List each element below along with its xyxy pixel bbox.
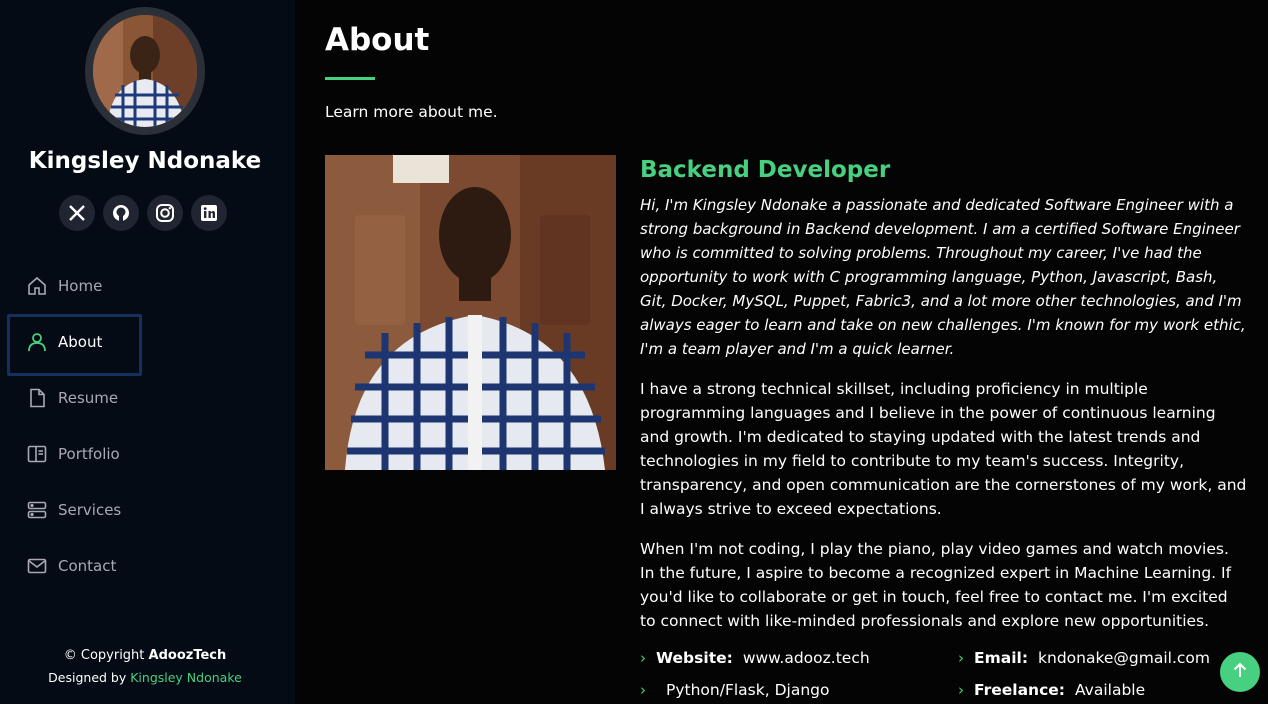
about-paragraph: I have a strong technical skillset, incl… [640, 380, 1247, 518]
server-icon [27, 500, 47, 520]
main-nav: Home About Resume Portfolio Services Con… [7, 258, 277, 594]
x-twitter-icon[interactable] [59, 195, 95, 231]
info-label: Website: [656, 649, 733, 667]
role-title: Backend Developer [640, 157, 891, 183]
about-paragraph: When I'm not coding, I play the piano, p… [640, 540, 1232, 630]
chevron-right-icon: › [958, 681, 964, 699]
about-content: Backend Developer Hi, I'm Kingsley Ndona… [640, 155, 1248, 699]
nav-label-home: Home [58, 277, 103, 295]
designer-link[interactable]: Kingsley Ndonake [130, 670, 242, 685]
designed-prefix: Designed by [48, 670, 131, 685]
info-value: www.adooz.tech [742, 649, 870, 667]
nav-label-contact: Contact [58, 557, 117, 575]
nav-item-contact[interactable]: Contact [7, 538, 277, 594]
instagram-icon[interactable] [147, 195, 183, 231]
copyright: © Copyright AdoozTech [0, 648, 290, 663]
nav-label-about: About [58, 333, 103, 351]
arrow-up-icon [1231, 661, 1249, 683]
credits: Designed by Kingsley Ndonake [0, 670, 290, 685]
info-website: › Website: www.adooz.tech [640, 649, 958, 667]
linkedin-icon[interactable] [191, 195, 227, 231]
info-value: Available [1074, 681, 1146, 699]
info-freelance: › Freelance: Available [958, 681, 1248, 699]
sidebar: Kingsley Ndonake Home About Resume Portf… [0, 0, 295, 704]
social-links [59, 195, 227, 231]
intro-text: Hi, I'm Kingsley Ndonake a passionate an… [640, 196, 1246, 358]
section-subtitle: Learn more about me. [325, 103, 498, 121]
nav-item-about[interactable]: About [7, 314, 277, 376]
sidebar-footer: © Copyright AdoozTech Designed by Kingsl… [0, 648, 290, 685]
avatar [85, 7, 205, 135]
chevron-right-icon: › [640, 681, 646, 699]
document-icon [27, 388, 47, 408]
info-value: Python/Flask, Django [666, 681, 830, 699]
title-underline [325, 77, 375, 80]
copyright-prefix: © Copyright [63, 648, 149, 663]
envelope-icon [27, 556, 47, 576]
chevron-right-icon: › [640, 649, 646, 667]
chevron-right-icon: › [958, 649, 964, 667]
portfolio-icon [27, 444, 47, 464]
back-to-top-button[interactable] [1220, 652, 1260, 692]
info-value: kndonake@gmail.com [1038, 649, 1211, 667]
nav-item-portfolio[interactable]: Portfolio [7, 426, 277, 482]
nav-label-services: Services [58, 501, 122, 519]
info-list: › Website: www.adooz.tech › Email: kndon… [640, 649, 1248, 699]
nav-label-portfolio: Portfolio [58, 445, 120, 463]
github-icon[interactable] [103, 195, 139, 231]
nav-item-resume[interactable]: Resume [7, 370, 277, 426]
nav-item-services[interactable]: Services [7, 482, 277, 538]
nav-item-home[interactable]: Home [7, 258, 277, 314]
info-skills: › Python/Flask, Django [640, 681, 958, 699]
nav-label-resume: Resume [58, 389, 119, 407]
info-label: Freelance: [974, 681, 1065, 699]
copyright-brand: AdoozTech [148, 648, 227, 663]
person-icon [27, 332, 47, 352]
profile-name: Kingsley Ndonake [28, 148, 262, 174]
home-icon [27, 276, 47, 296]
section-title: About [325, 22, 430, 58]
info-email: › Email: kndonake@gmail.com [958, 649, 1248, 667]
profile-photo [325, 155, 616, 470]
info-label: Email: [974, 649, 1029, 667]
